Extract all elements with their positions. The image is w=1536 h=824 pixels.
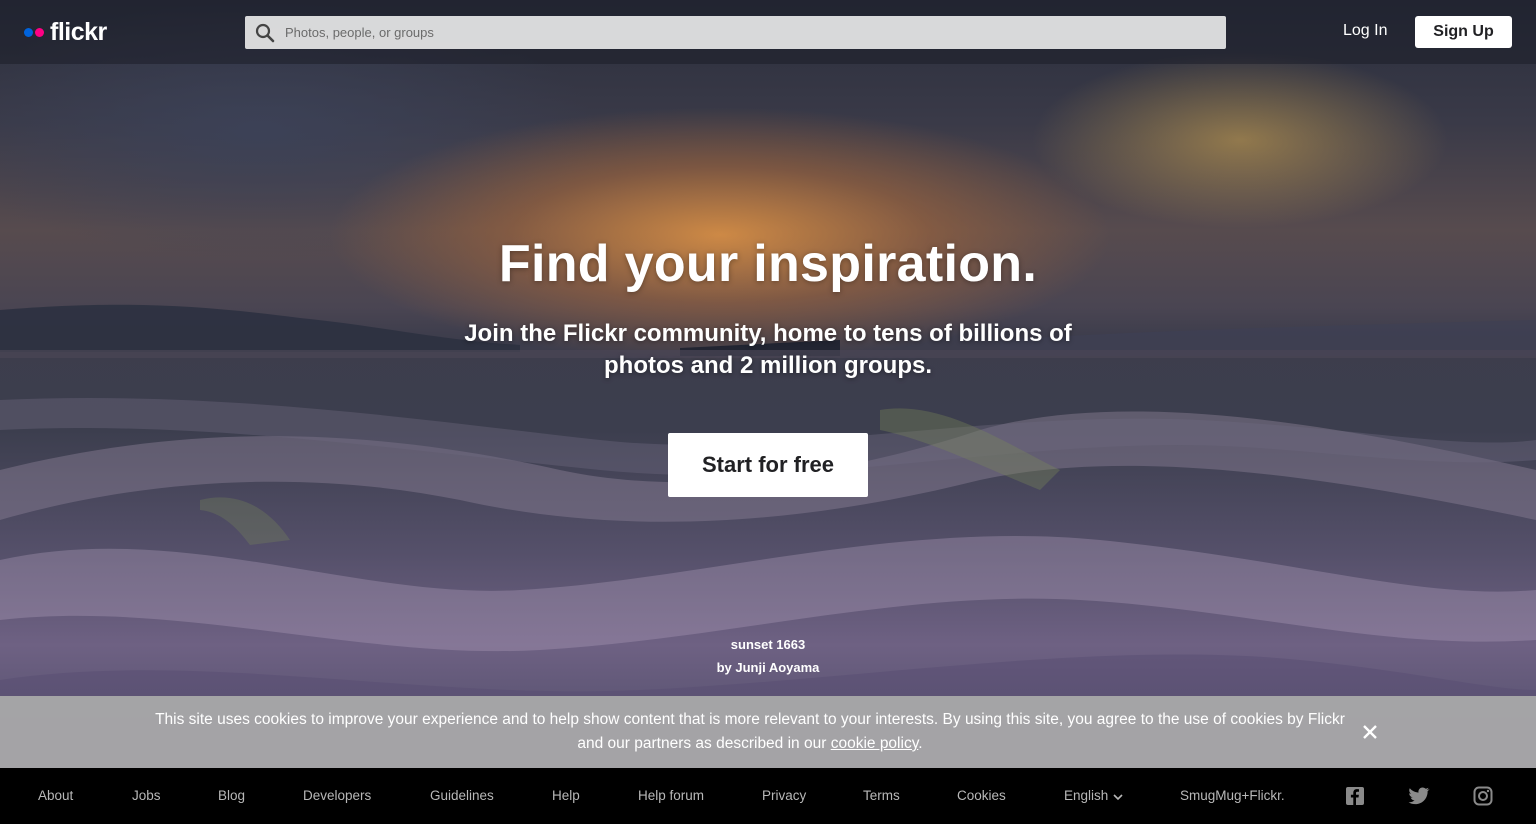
cookie-banner: This site uses cookies to improve your e… <box>0 696 1536 768</box>
photo-credit-link[interactable]: by Junji Aoyama <box>0 660 1536 675</box>
facebook-icon[interactable] <box>1345 786 1365 806</box>
flickr-logo[interactable]: flickr <box>24 17 107 47</box>
language-label: English <box>1064 788 1109 803</box>
cookie-message-text: This site uses cookies to improve your e… <box>155 711 1345 752</box>
logo-wordmark: flickr <box>50 17 107 46</box>
cookie-policy-link[interactable]: cookie policy <box>831 735 919 752</box>
footer-link-about[interactable]: About <box>38 788 73 803</box>
search-bar[interactable] <box>245 16 1226 49</box>
footer-link-guidelines[interactable]: Guidelines <box>430 788 494 803</box>
footer-link-developers[interactable]: Developers <box>303 788 371 803</box>
hero-background-photo <box>0 0 1536 768</box>
logo-blue-dot <box>24 27 33 37</box>
footer-link-terms[interactable]: Terms <box>863 788 900 803</box>
login-link[interactable]: Log In <box>1343 22 1387 40</box>
search-input[interactable] <box>285 16 1205 49</box>
logo-pink-dot <box>35 27 44 37</box>
top-navigation-bar: flickr Log In Sign Up <box>0 0 1536 64</box>
hero-title: Find your inspiration. <box>498 235 1038 293</box>
photo-title-link[interactable]: sunset 1663 <box>0 637 1536 652</box>
footer-link-smugmug[interactable]: SmugMug+Flickr. <box>1180 788 1285 803</box>
footer-link-help-forum[interactable]: Help forum <box>638 788 704 803</box>
close-icon[interactable] <box>1356 718 1384 746</box>
footer-link-blog[interactable]: Blog <box>218 788 245 803</box>
chevron-down-icon <box>1113 789 1123 804</box>
cookie-message-end: . <box>918 735 923 752</box>
footer-link-privacy[interactable]: Privacy <box>762 788 806 803</box>
cookie-message: This site uses cookies to improve your e… <box>150 708 1350 756</box>
search-icon[interactable] <box>245 16 285 49</box>
start-for-free-button[interactable]: Start for free <box>668 433 868 497</box>
signup-button[interactable]: Sign Up <box>1415 16 1512 48</box>
twitter-icon[interactable] <box>1408 786 1430 806</box>
footer-link-jobs[interactable]: Jobs <box>132 788 161 803</box>
footer: About Jobs Blog Developers Guidelines He… <box>0 768 1536 824</box>
language-selector[interactable]: English <box>1064 788 1123 804</box>
footer-link-help[interactable]: Help <box>552 788 580 803</box>
hero-subtitle: Join the Flickr community, home to tens … <box>464 320 1072 379</box>
instagram-icon[interactable] <box>1473 786 1493 806</box>
footer-link-cookies[interactable]: Cookies <box>957 788 1006 803</box>
